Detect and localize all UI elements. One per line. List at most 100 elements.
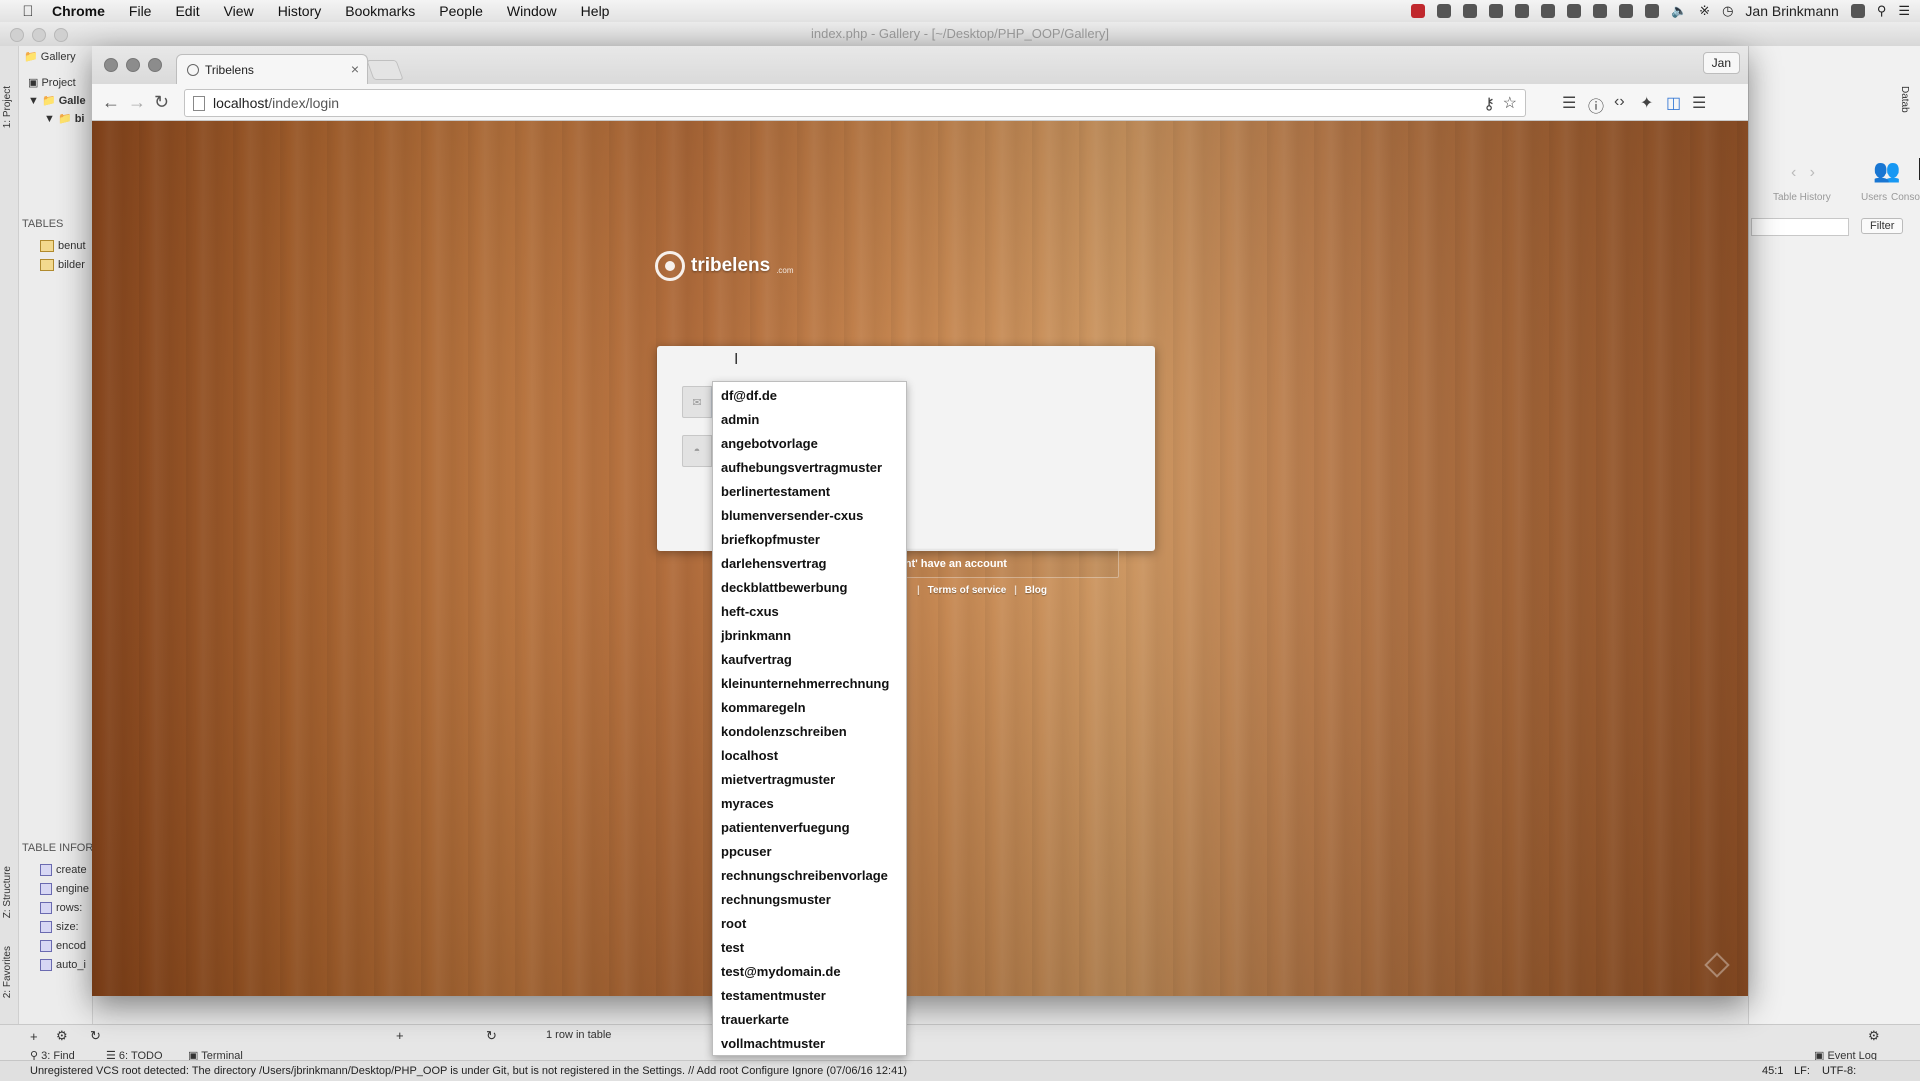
reload-button[interactable]: ↻ (154, 92, 169, 113)
key-icon[interactable]: ⚷ (1483, 94, 1495, 114)
refresh-icon[interactable]: ↻ (90, 1028, 101, 1044)
autocomplete-option[interactable]: angebotvorlage (713, 432, 906, 456)
time-machine-icon[interactable]: ◷ (1722, 3, 1733, 19)
autocomplete-option[interactable]: root (713, 912, 906, 936)
cloud-icon[interactable] (1566, 4, 1581, 18)
cursor-position[interactable]: 45:1 (1762, 1065, 1783, 1077)
bird-extension-icon[interactable]: ✦ (1640, 93, 1653, 113)
autocomplete-option[interactable]: kaufvertrag (713, 648, 906, 672)
table-item[interactable]: bilder (40, 259, 85, 272)
back-arrow-icon[interactable]: ‹ › (1791, 164, 1815, 182)
menu-file[interactable]: File (129, 3, 152, 19)
controller-icon[interactable] (1618, 4, 1633, 18)
menu-edit[interactable]: Edit (175, 3, 199, 19)
add-row-icon[interactable]: + (396, 1028, 404, 1043)
table-item[interactable]: benut (40, 240, 86, 253)
filter-input[interactable] (1751, 218, 1849, 236)
menu-help[interactable]: Help (581, 3, 610, 19)
autocomplete-option[interactable]: blumenversender-cxus (713, 504, 906, 528)
vtab-structure[interactable]: Z: Structure (2, 866, 13, 918)
chrome-menu-icon[interactable]: ☰ (1692, 93, 1706, 113)
volume-icon[interactable]: 🔈 (1671, 3, 1687, 19)
tray-app-icon[interactable] (1462, 4, 1477, 18)
bookmark-star-icon[interactable]: ☆ (1503, 93, 1517, 113)
menu-history[interactable]: History (278, 3, 322, 19)
vtab-database[interactable]: Datab (1899, 86, 1910, 113)
console-label[interactable]: Conso (1891, 192, 1920, 203)
menu-window[interactable]: Window (507, 3, 557, 19)
info-extension-icon[interactable]: ⓘ (1588, 93, 1604, 117)
autocomplete-option[interactable]: localhost (713, 744, 906, 768)
record-icon[interactable] (1410, 4, 1425, 18)
autocomplete-option[interactable]: testamentmuster (713, 984, 906, 1008)
autocomplete-option[interactable]: ppcuser (713, 840, 906, 864)
site-logo[interactable]: tribelens .com (655, 251, 794, 281)
blog-link[interactable]: Blog (1025, 585, 1047, 596)
autocomplete-option[interactable]: admin (713, 408, 906, 432)
menu-user-name[interactable]: Jan Brinkmann (1745, 3, 1838, 19)
autocomplete-option[interactable]: deckblattbewerbung (713, 576, 906, 600)
close-window-button[interactable] (104, 58, 118, 72)
menu-app-name[interactable]: Chrome (52, 3, 105, 19)
zoom-window-button[interactable] (148, 58, 162, 72)
window-icon[interactable] (1540, 4, 1555, 18)
reload-icon[interactable]: ↻ (486, 1028, 497, 1044)
back-button[interactable]: ← (102, 92, 120, 113)
line-separator[interactable]: LF: (1794, 1065, 1810, 1077)
close-tab-icon[interactable]: × (351, 61, 359, 77)
table-history-label[interactable]: Table History (1773, 192, 1831, 203)
user-icon[interactable] (1850, 4, 1865, 18)
autocomplete-option[interactable]: rechnungsmuster (713, 888, 906, 912)
autocomplete-option[interactable]: patientenverfuegung (713, 816, 906, 840)
new-tab-button[interactable] (366, 60, 404, 80)
autocomplete-option[interactable]: heft-cxus (713, 600, 906, 624)
bluetooth-icon[interactable]: ※ (1699, 3, 1710, 19)
shield-icon[interactable] (1644, 4, 1659, 18)
profile-button[interactable]: Jan (1702, 52, 1740, 74)
menu-people[interactable]: People (439, 3, 483, 19)
ide-tree-child[interactable]: ▼ 📁 bi (44, 112, 84, 125)
tab-tribelens[interactable]: Tribelens × (176, 54, 368, 85)
autocomplete-option[interactable]: mietvertragmuster (713, 768, 906, 792)
ide-project-tab[interactable]: ▣ Project (28, 76, 76, 89)
autocomplete-option[interactable]: test@mydomain.de (713, 960, 906, 984)
info-icon[interactable] (1514, 4, 1529, 18)
forward-button[interactable]: → (128, 92, 146, 113)
autocomplete-option[interactable]: df@df.de (713, 384, 906, 408)
autocomplete-option[interactable]: kommaregeln (713, 696, 906, 720)
users-icon[interactable]: 👥 (1873, 158, 1900, 184)
spotlight-search-icon[interactable]: ⚲ (1877, 3, 1887, 19)
password-field[interactable]: ◓ (682, 435, 714, 467)
plus-icon[interactable] (1488, 4, 1503, 18)
autocomplete-dropdown[interactable]: df@df.de admin angebotvorlage aufhebungs… (712, 381, 907, 1056)
autocomplete-option[interactable]: vollmachtmuster (713, 1032, 906, 1055)
file-encoding[interactable]: UTF-8: (1822, 1065, 1856, 1077)
notification-center-icon[interactable]: ☰ (1898, 3, 1910, 19)
add-icon[interactable]: + (30, 1029, 38, 1044)
menu-view[interactable]: View (224, 3, 254, 19)
evernote-icon[interactable] (1592, 4, 1607, 18)
status-message[interactable]: Unregistered VCS root detected: The dire… (30, 1065, 907, 1077)
autocomplete-option[interactable]: test (713, 936, 906, 960)
autocomplete-option[interactable]: jbrinkmann (713, 624, 906, 648)
layers-extension-icon[interactable]: ☰ (1562, 93, 1576, 113)
autocomplete-option[interactable]: aufhebungsvertragmuster (713, 456, 906, 480)
vtab-project[interactable]: 1: Project (2, 86, 13, 128)
filter-button[interactable]: Filter (1861, 218, 1904, 234)
url-text[interactable]: localhost/index/login (213, 95, 339, 111)
apple-menu-icon[interactable]:  (18, 3, 38, 20)
autocomplete-option[interactable]: trauerkarte (713, 1008, 906, 1032)
autocomplete-option[interactable]: berlinertestament (713, 480, 906, 504)
vtab-favorites[interactable]: 2: Favorites (2, 946, 13, 998)
ide-breadcrumb[interactable]: 📁 Gallery (24, 50, 76, 63)
address-bar[interactable]: localhost/index/login ⚷ ☆ (184, 89, 1526, 117)
menu-bookmarks[interactable]: Bookmarks (345, 3, 415, 19)
sidebar-extension-icon[interactable]: ◫ (1666, 93, 1681, 113)
autocomplete-option[interactable]: kleinunternehmerrechnung (713, 672, 906, 696)
ide-tree-root[interactable]: ▼ 📁 Galle (28, 94, 86, 107)
autocomplete-option[interactable]: darlehensvertrag (713, 552, 906, 576)
autocomplete-option[interactable]: rechnungschreibenvorlage (713, 864, 906, 888)
dropbox-icon[interactable] (1436, 4, 1451, 18)
gear-icon[interactable]: ⚙ (1868, 1028, 1880, 1044)
autocomplete-option[interactable]: kondolenzschreiben (713, 720, 906, 744)
